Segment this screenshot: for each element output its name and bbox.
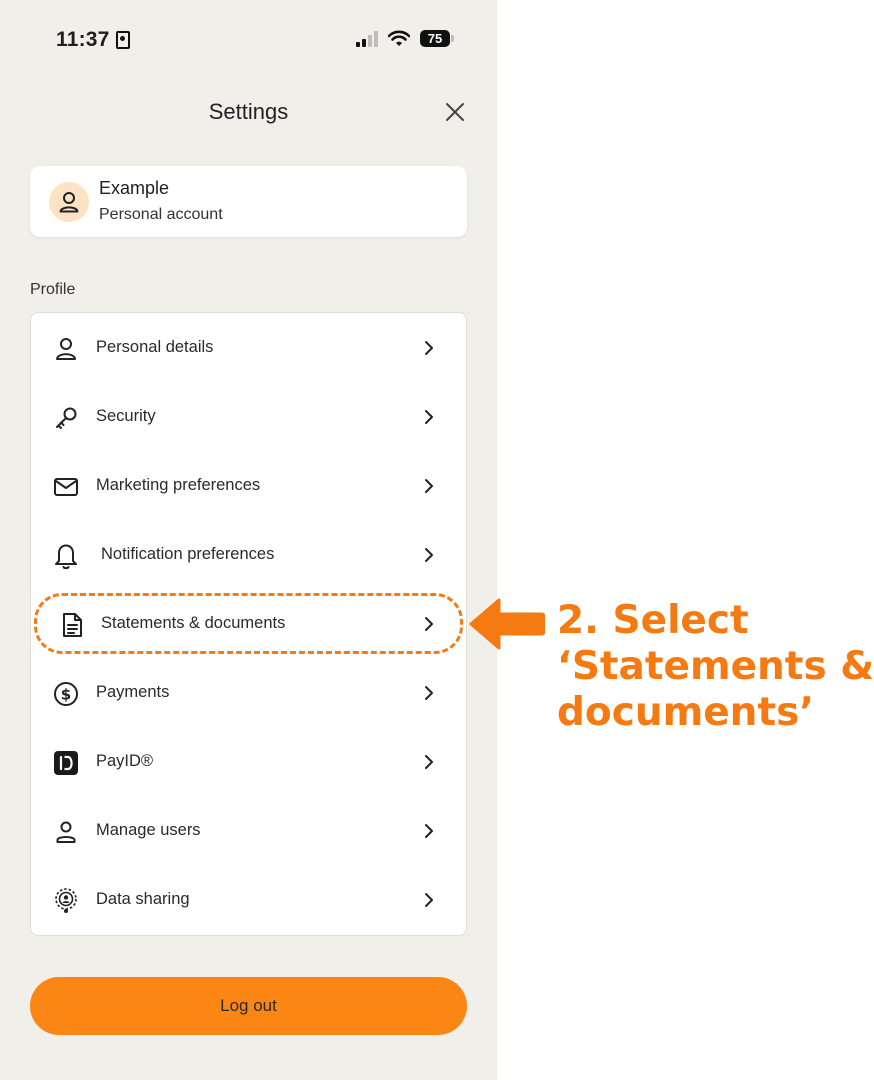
- account-type: Personal account: [99, 206, 223, 223]
- logout-button[interactable]: Log out: [30, 977, 467, 1035]
- wifi-icon: [388, 30, 410, 46]
- page-title: Settings: [208, 99, 289, 124]
- data-sharing-icon: [53, 888, 79, 914]
- payid-icon: [53, 750, 79, 776]
- chevron-right-icon: [425, 755, 433, 769]
- menu-item-data-sharing[interactable]: Data sharing: [31, 866, 466, 935]
- person-icon: [53, 336, 79, 362]
- close-button[interactable]: [441, 98, 469, 126]
- svg-text:$: $: [61, 686, 71, 704]
- cellular-signal-icon: [356, 30, 378, 47]
- menu-item-label: PayID®: [96, 752, 154, 770]
- chevron-right-icon: [425, 893, 433, 907]
- menu-item-security[interactable]: Security: [31, 383, 466, 452]
- menu-item-label: Manage users: [96, 821, 201, 839]
- chevron-right-icon: [425, 479, 433, 493]
- instruction-line: ‘Statements &: [557, 644, 874, 689]
- menu-item-notification-preferences[interactable]: Notification preferences: [31, 521, 466, 590]
- key-icon: [53, 405, 79, 431]
- menu-item-label: Notification preferences: [101, 545, 275, 563]
- phone-screen: 11:37 75 Settings Example Personal accou…: [0, 0, 497, 1080]
- menu-item-personal-details[interactable]: Personal details: [31, 314, 466, 383]
- account-card[interactable]: [30, 166, 467, 237]
- avatar: [49, 182, 89, 222]
- dollar-circle-icon: $: [53, 681, 79, 707]
- person-icon: [59, 192, 79, 213]
- menu-item-label: Marketing preferences: [96, 476, 261, 494]
- menu-item-manage-users[interactable]: Manage users: [31, 797, 466, 866]
- menu-item-label: Data sharing: [96, 890, 190, 908]
- battery-level: 75: [427, 31, 443, 46]
- status-time-text: 11:37: [56, 28, 110, 51]
- chevron-right-icon: [425, 686, 433, 700]
- menu-item-label: Personal details: [96, 338, 214, 356]
- status-indicators: 75: [356, 30, 454, 47]
- instruction-annotation: 2. Select ‘Statements & documents’: [557, 598, 874, 736]
- chevron-right-icon: [425, 410, 433, 424]
- menu-item-label: Payments: [96, 683, 170, 701]
- bell-icon: [53, 543, 79, 570]
- account-name: Example: [99, 178, 170, 198]
- chevron-right-icon: [425, 548, 433, 562]
- highlight-outline: [34, 593, 463, 654]
- chevron-right-icon: [425, 824, 433, 838]
- menu-item-payments[interactable]: $ Payments: [31, 659, 466, 728]
- arrow-left-icon: [469, 598, 545, 650]
- menu-item-payid[interactable]: PayID®: [31, 728, 466, 797]
- instruction-line: 2. Select: [557, 598, 749, 643]
- id-card-icon: [115, 31, 130, 49]
- mail-icon: [53, 474, 79, 500]
- section-label-profile: Profile: [30, 281, 76, 298]
- menu-item-marketing-preferences[interactable]: Marketing preferences: [31, 452, 466, 521]
- close-icon: [446, 103, 464, 121]
- user-icon: [53, 819, 79, 845]
- status-time: 11:37: [56, 28, 130, 52]
- battery-icon: 75: [420, 30, 454, 47]
- chevron-right-icon: [425, 341, 433, 355]
- menu-item-label: Security: [96, 407, 156, 425]
- instruction-line: documents’: [557, 690, 815, 735]
- logout-label: Log out: [220, 996, 277, 1015]
